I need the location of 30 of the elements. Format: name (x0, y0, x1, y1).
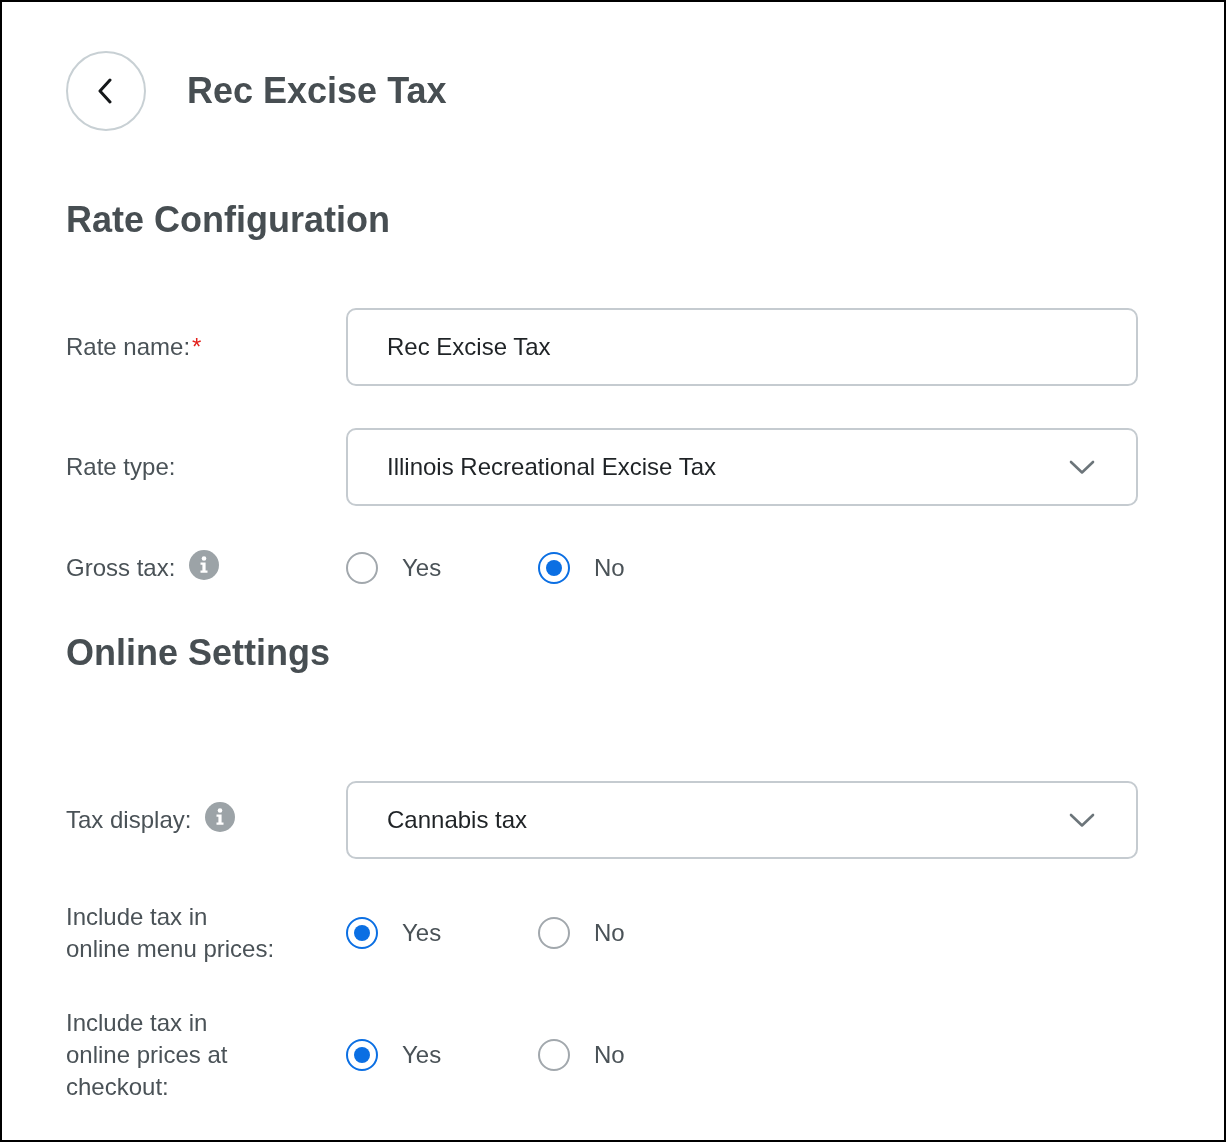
info-icon[interactable] (205, 802, 236, 832)
radio-button[interactable] (538, 552, 570, 584)
radio-button[interactable] (538, 1039, 570, 1071)
field-label: Rate type: (66, 452, 176, 482)
option-label: No (594, 1040, 625, 1070)
chevron-down-icon (1069, 812, 1095, 828)
option-label: Yes (402, 553, 442, 583)
required-mark: * (192, 332, 202, 362)
info-icon[interactable] (189, 550, 220, 580)
option-label: No (594, 918, 625, 948)
section-heading: Rate Configuration (66, 198, 390, 242)
field-label: Include tax in online menu prices: (66, 902, 275, 964)
chevron-down-icon (1069, 459, 1095, 475)
section-heading: Online Settings (66, 631, 331, 675)
text-input[interactable]: Rec Excise Tax (346, 308, 1138, 386)
page-title: Rec Excise Tax (187, 69, 447, 113)
option-label: Yes (402, 1040, 442, 1070)
radio-button[interactable] (538, 917, 570, 949)
field-label: Rate name: (66, 332, 191, 362)
field-label: Include tax in online prices at checkout: (66, 1008, 228, 1102)
chevron-left-icon (98, 78, 112, 104)
radio-button[interactable] (346, 917, 378, 949)
radio-button[interactable] (346, 552, 378, 584)
field-label: Gross tax: (66, 553, 176, 583)
option-label: No (594, 553, 625, 583)
field-label: Tax display: (66, 805, 192, 835)
option-label: Yes (402, 918, 442, 948)
dropdown[interactable]: Cannabis tax (346, 781, 1138, 859)
dropdown[interactable]: Illinois Recreational Excise Tax (346, 428, 1138, 506)
radio-button[interactable] (346, 1039, 378, 1071)
